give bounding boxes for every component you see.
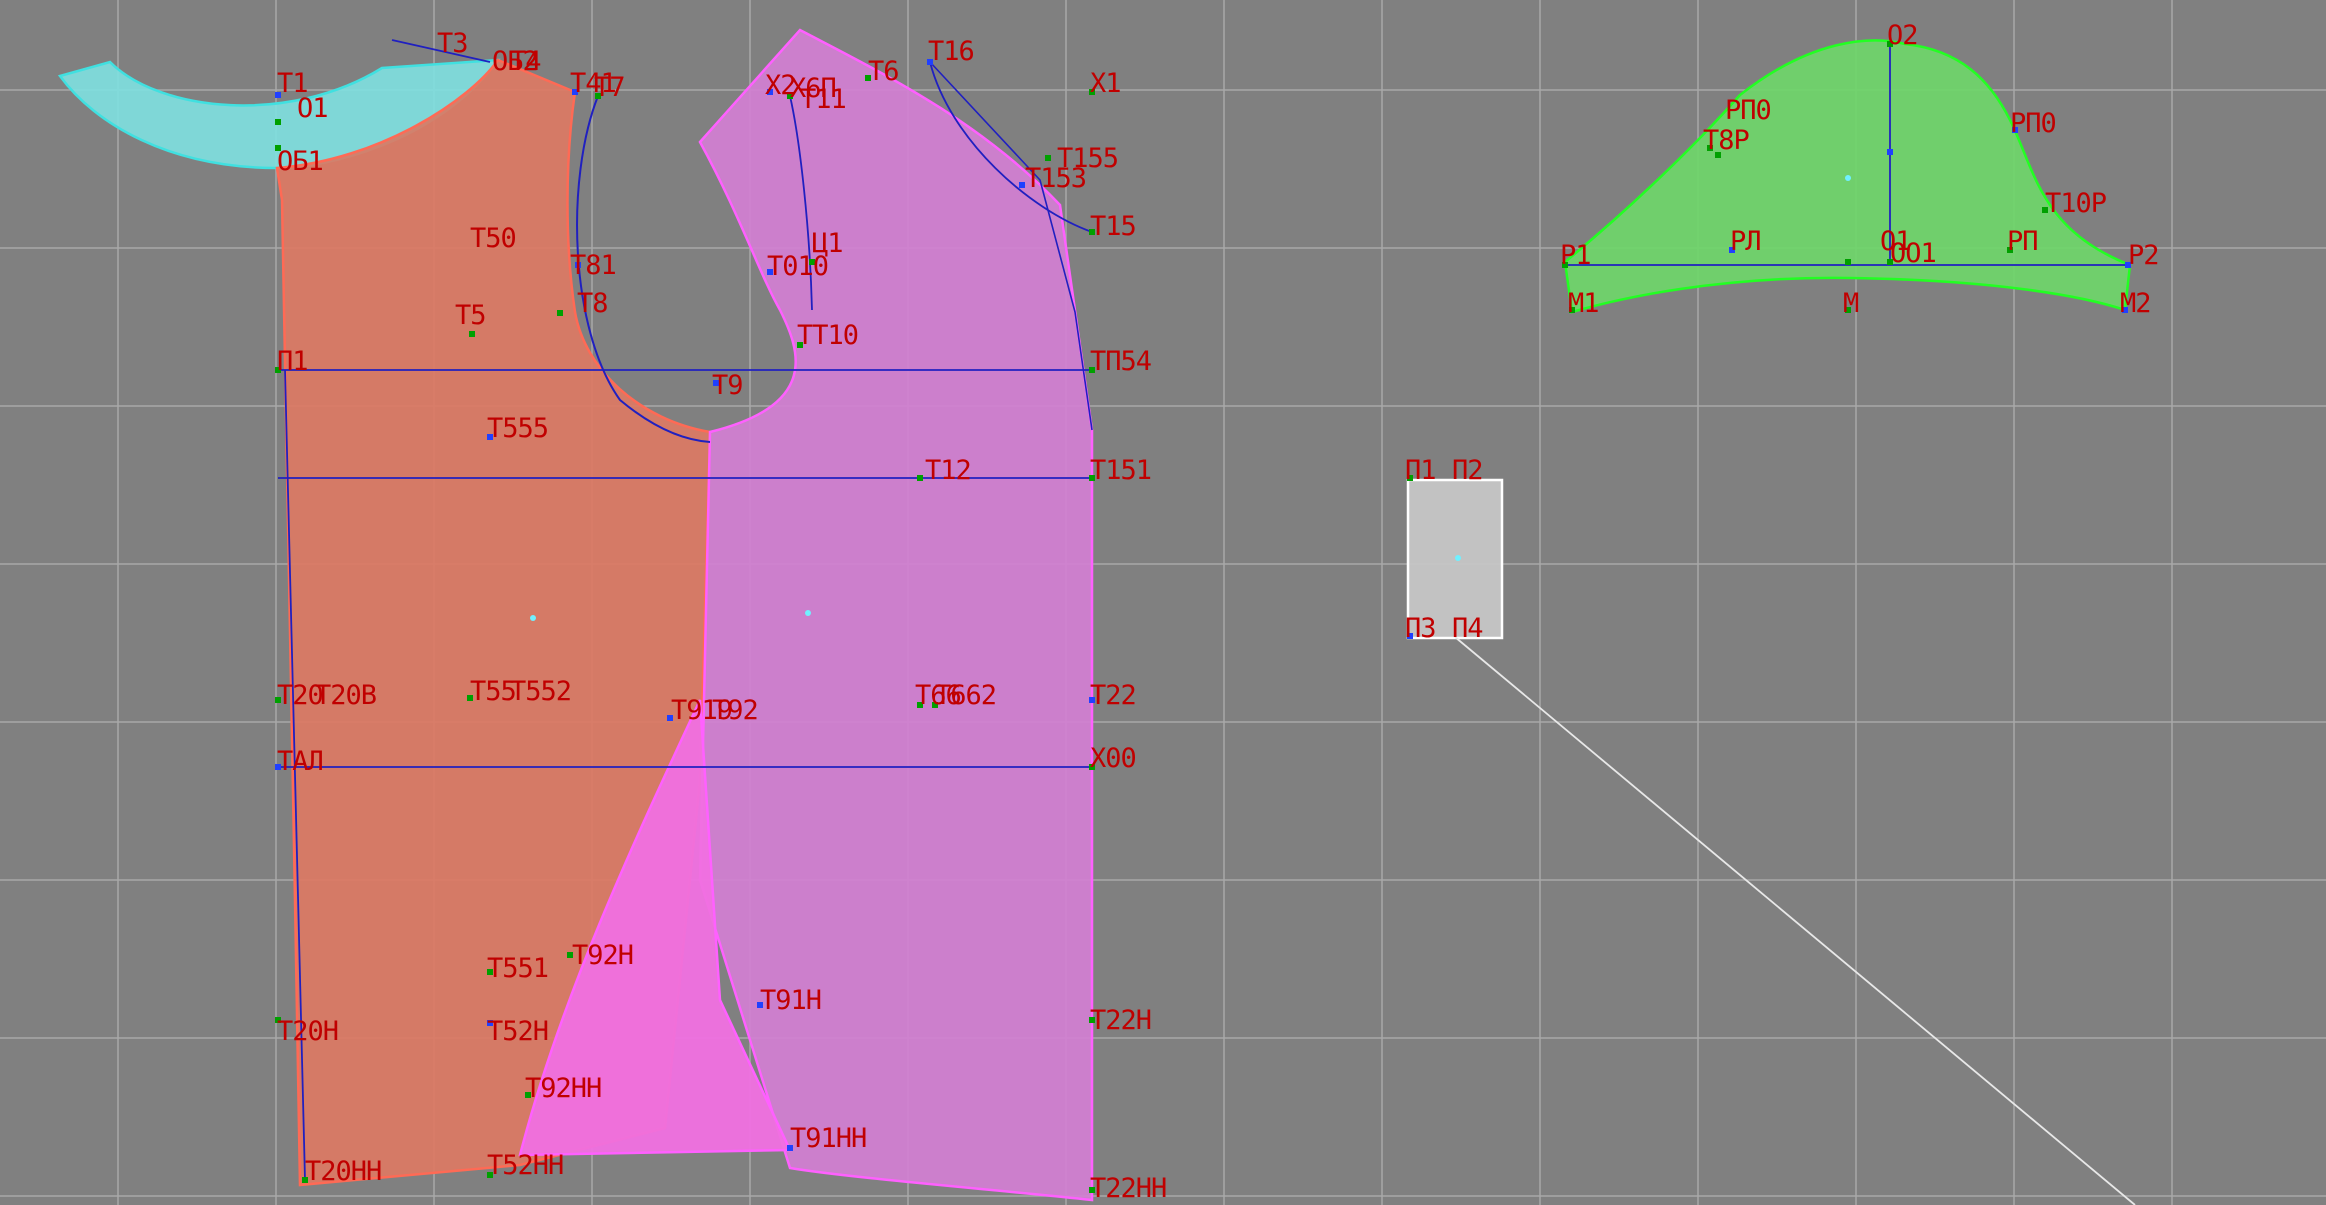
construction-point[interactable] (927, 59, 933, 65)
construction-point[interactable] (1089, 1017, 1095, 1023)
construction-point[interactable] (487, 969, 493, 975)
construction-point[interactable] (757, 1002, 763, 1008)
construction-point[interactable] (2125, 262, 2131, 268)
construction-point[interactable] (917, 475, 923, 481)
construction-point[interactable] (525, 1092, 531, 1098)
construction-point[interactable] (1845, 259, 1851, 265)
construction-point[interactable] (917, 702, 923, 708)
construction-point[interactable] (275, 367, 281, 373)
construction-point[interactable] (467, 695, 473, 701)
construction-point[interactable] (1715, 152, 1721, 158)
construction-point[interactable] (595, 93, 601, 99)
construction-point[interactable] (1089, 764, 1095, 770)
construction-point[interactable] (1019, 182, 1025, 188)
construction-point[interactable] (1089, 89, 1095, 95)
construction-point[interactable] (557, 310, 563, 316)
piece-centre-point (805, 610, 811, 616)
construction-point[interactable] (302, 1177, 308, 1183)
construction-point[interactable] (809, 259, 815, 265)
construction-point[interactable] (1887, 149, 1893, 155)
construction-point[interactable] (1887, 259, 1893, 265)
construction-point[interactable] (1887, 41, 1893, 47)
construction-point[interactable] (487, 1172, 493, 1178)
construction-point[interactable] (667, 715, 673, 721)
construction-point[interactable] (572, 89, 578, 95)
construction-point[interactable] (275, 92, 281, 98)
construction-point[interactable] (2012, 127, 2018, 133)
construction-point[interactable] (1562, 262, 1568, 268)
construction-point[interactable] (575, 262, 581, 268)
construction-point[interactable] (1707, 145, 1713, 151)
construction-point[interactable] (275, 764, 281, 770)
pattern-drafting-canvas[interactable] (0, 0, 2326, 1205)
construction-point[interactable] (932, 702, 938, 708)
construction-point[interactable] (1407, 475, 1413, 481)
front-piece[interactable] (698, 28, 1094, 1202)
construction-point[interactable] (2007, 247, 2013, 253)
construction-point[interactable] (767, 269, 773, 275)
construction-point[interactable] (275, 119, 281, 125)
construction-point[interactable] (567, 952, 573, 958)
small-tab-piece[interactable] (1406, 478, 1504, 640)
construction-point[interactable] (713, 380, 719, 386)
construction-point[interactable] (469, 331, 475, 337)
construction-point[interactable] (487, 1020, 493, 1026)
construction-line (391, 39, 491, 63)
construction-point[interactable] (275, 1017, 281, 1023)
construction-point[interactable] (1045, 155, 1051, 161)
construction-point[interactable] (1729, 247, 1735, 253)
construction-point[interactable] (1089, 229, 1095, 235)
construction-point[interactable] (767, 89, 773, 95)
construction-point[interactable] (275, 697, 281, 703)
construction-point[interactable] (1089, 475, 1095, 481)
construction-point[interactable] (275, 145, 281, 151)
construction-point[interactable] (2042, 207, 2048, 213)
construction-point[interactable] (1845, 307, 1851, 313)
construction-point[interactable] (1089, 1187, 1095, 1193)
construction-point[interactable] (487, 434, 493, 440)
construction-point[interactable] (787, 93, 793, 99)
construction-point[interactable] (797, 342, 803, 348)
piece-centre-point (1845, 175, 1851, 181)
construction-point[interactable] (1407, 633, 1413, 639)
construction-point[interactable] (865, 75, 871, 81)
construction-point[interactable] (1089, 367, 1095, 373)
construction-point[interactable] (2122, 307, 2128, 313)
construction-point[interactable] (1089, 697, 1095, 703)
piece-centre-point (1455, 555, 1461, 561)
piece-centre-point (530, 615, 536, 621)
construction-point[interactable] (1569, 307, 1575, 313)
construction-point[interactable] (787, 1145, 793, 1151)
